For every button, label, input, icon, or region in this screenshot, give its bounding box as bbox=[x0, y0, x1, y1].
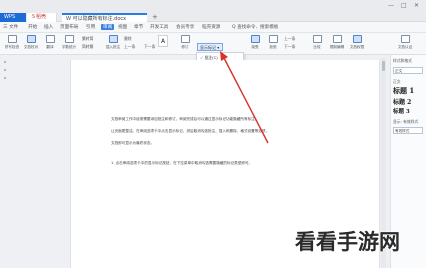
arrow-shaft bbox=[223, 57, 269, 144]
site-watermark: 看看手游网 bbox=[295, 230, 400, 254]
